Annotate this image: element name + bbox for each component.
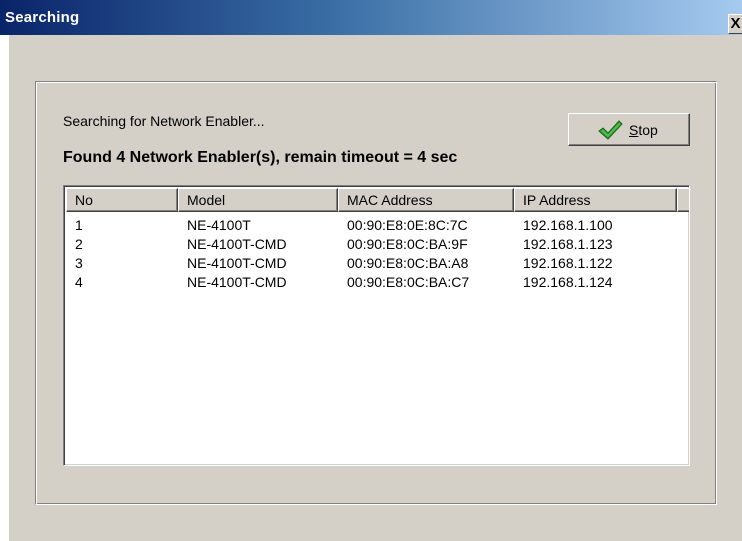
table-row[interactable]: 2 NE-4100T-CMD 00:90:E8:0C:BA:9F 192.168…	[66, 236, 689, 255]
green-checkmark-icon	[597, 119, 623, 146]
close-button[interactable]: X	[728, 14, 742, 34]
window-edge	[0, 35, 9, 541]
close-icon: X	[730, 15, 741, 32]
cell-model: NE-4100T-CMD	[187, 236, 287, 252]
cell-mac: 00:90:E8:0E:8C:7C	[347, 217, 468, 233]
cell-mac: 00:90:E8:0C:BA:A8	[347, 255, 469, 271]
cell-no: 1	[75, 217, 83, 233]
stop-button-label: Stop	[629, 122, 658, 138]
column-header-no[interactable]: No	[66, 188, 178, 212]
cell-ip: 192.168.1.100	[523, 217, 613, 233]
table-row[interactable]: 4 NE-4100T-CMD 00:90:E8:0C:BA:C7 192.168…	[66, 274, 689, 293]
title-bar[interactable]: Searching X	[0, 0, 742, 35]
cell-model: NE-4100T	[187, 217, 251, 233]
cell-model: NE-4100T-CMD	[187, 274, 287, 290]
window-title: Searching	[5, 9, 80, 26]
column-header-ip-address[interactable]: IP Address	[514, 188, 677, 212]
table-row[interactable]: 1 NE-4100T 00:90:E8:0E:8C:7C 192.168.1.1…	[66, 217, 689, 236]
list-header: No Model MAC Address IP Address	[66, 188, 689, 212]
cell-ip: 192.168.1.122	[523, 255, 613, 271]
stop-button[interactable]: Stop	[568, 113, 690, 146]
table-row[interactable]: 3 NE-4100T-CMD 00:90:E8:0C:BA:A8 192.168…	[66, 255, 689, 274]
cell-mac: 00:90:E8:0C:BA:C7	[347, 274, 470, 290]
cell-no: 3	[75, 255, 83, 271]
column-header-filler	[677, 188, 689, 212]
cell-no: 2	[75, 236, 83, 252]
column-header-mac-address[interactable]: MAC Address	[338, 188, 514, 212]
cell-ip: 192.168.1.124	[523, 274, 613, 290]
searching-status-text: Searching for Network Enabler...	[63, 113, 265, 129]
cell-mac: 00:90:E8:0C:BA:9F	[347, 236, 468, 252]
search-results-list[interactable]: No Model MAC Address IP Address 1 NE-410…	[63, 185, 690, 466]
found-count-text: Found 4 Network Enabler(s), remain timeo…	[63, 149, 458, 166]
cell-no: 4	[75, 274, 83, 290]
cell-ip: 192.168.1.123	[523, 236, 613, 252]
searching-dialog: Searching X Searching for Network Enable…	[0, 0, 742, 541]
column-header-model[interactable]: Model	[178, 188, 338, 212]
cell-model: NE-4100T-CMD	[187, 255, 287, 271]
